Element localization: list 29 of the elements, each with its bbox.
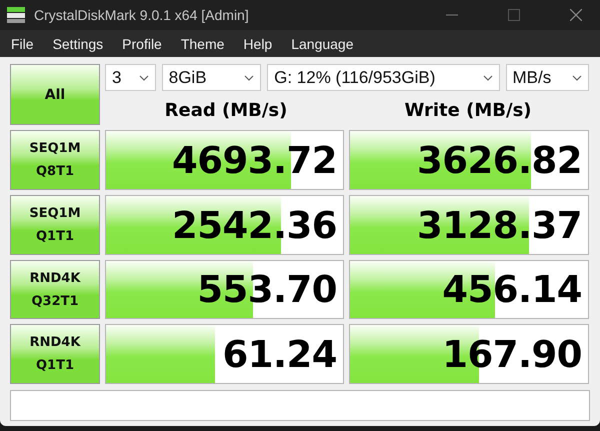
dropdown[interactable]: G: 12% (116/953GiB) (267, 64, 500, 91)
dropdown[interactable]: 3 (105, 64, 156, 91)
result-value: 456.14 (442, 268, 583, 311)
all-button[interactable]: All (10, 64, 100, 125)
menu-item[interactable]: Help (243, 36, 272, 52)
result-value: 167.90 (442, 332, 583, 376)
chevron-down-icon (138, 74, 149, 80)
menu-item[interactable]: Theme (180, 36, 224, 52)
dropdown[interactable]: MB/s (506, 64, 589, 91)
column-header: Write (MB/s) (403, 98, 533, 120)
chevron-down-icon (244, 74, 254, 80)
app-icon (6, 6, 26, 24)
result-value: 553.70 (197, 268, 338, 311)
dropdown[interactable]: 8GiB (162, 64, 262, 91)
menu-item[interactable]: Settings (52, 36, 104, 52)
test-button[interactable]: SEQ1M Q8T1 (10, 130, 100, 190)
test-button[interactable]: SEQ1M Q1T1 (10, 195, 100, 255)
result-value: 61.24 (222, 332, 338, 376)
maximize-icon[interactable] (508, 9, 520, 21)
close-icon[interactable] (570, 9, 582, 21)
menu-item[interactable]: File (11, 36, 34, 52)
column-header: Read (MB/s) (164, 98, 288, 120)
test-button[interactable]: RND4K Q1T1 (10, 324, 100, 384)
window-title: CrystalDiskMark 9.0.1 x64 [Admin] (34, 7, 249, 23)
test-button[interactable]: RND4K Q32T1 (10, 260, 100, 319)
chevron-down-icon (482, 74, 493, 80)
menu-item[interactable]: Language (291, 36, 354, 52)
menu-item[interactable]: Profile (122, 36, 162, 52)
chevron-down-icon (572, 74, 582, 80)
